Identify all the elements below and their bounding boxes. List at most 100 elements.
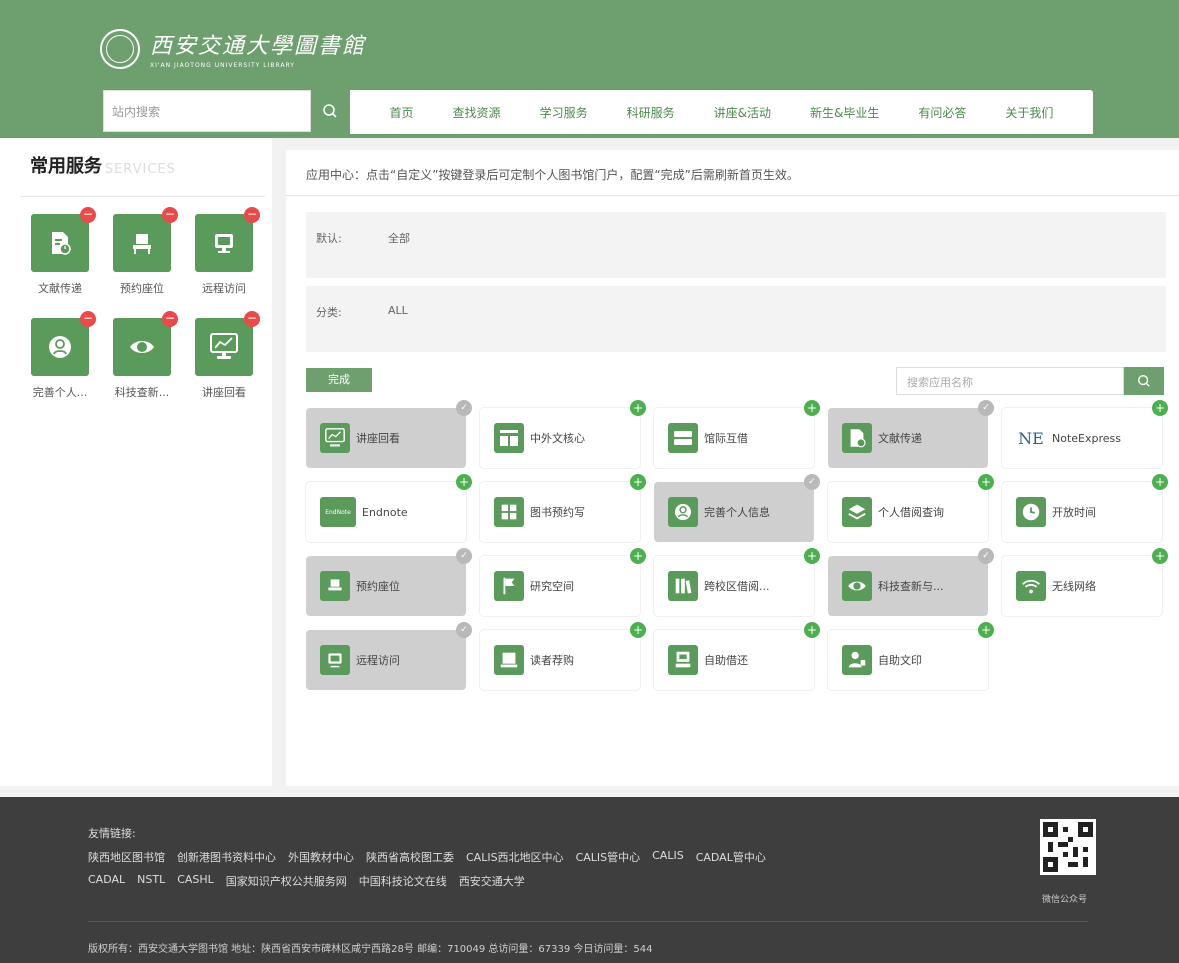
add-app-button[interactable]: + (978, 474, 994, 490)
footer: 友情链接: 陕西地区图书馆 创新港图书资料中心 外国教材中心 陕西省高校图工委 … (0, 797, 1179, 963)
remove-service-button[interactable]: − (80, 207, 96, 223)
eye-icon (842, 571, 872, 601)
nav-home[interactable]: 首页 (390, 104, 414, 121)
link-item[interactable]: 国家知识产权公共服务网 (226, 873, 347, 889)
app-noteexpress[interactable]: NE NoteExpress + (1002, 400, 1168, 468)
app-self-service-printing[interactable]: 自助文印 + (828, 622, 994, 690)
service-lecture-replay[interactable]: − 讲座回看 (188, 311, 260, 400)
nav-about[interactable]: 关于我们 (1005, 104, 1053, 121)
added-check-icon: ✓ (804, 474, 820, 490)
service-document-delivery[interactable]: − 文献传递 (24, 207, 96, 296)
clock-icon (1016, 497, 1046, 527)
app-name: 个人借阅查询 (878, 506, 944, 519)
add-app-button[interactable]: + (630, 474, 646, 490)
filter-option-all[interactable]: 全部 (388, 230, 410, 246)
link-item[interactable]: CALIS管中心 (576, 849, 641, 865)
service-novelty-search[interactable]: − 科技查新... (106, 311, 178, 400)
app-book-reservation[interactable]: 图书预约写 + (480, 474, 646, 542)
link-item[interactable]: NSTL (137, 873, 165, 889)
app-complete-profile[interactable]: 完善个人信息 ✓ (654, 474, 820, 542)
link-item[interactable]: CADAL (88, 873, 125, 889)
remove-service-button[interactable]: − (244, 311, 260, 327)
person-icon (49, 336, 71, 358)
site-search-button[interactable] (311, 90, 349, 132)
app-name: 自助借还 (704, 654, 748, 667)
service-remote-access[interactable]: − 远程访问 (188, 207, 260, 296)
service-seat-reservation[interactable]: − 预约座位 (106, 207, 178, 296)
app-remote-access[interactable]: 远程访问 ✓ (306, 622, 472, 690)
link-item[interactable]: 外国教材中心 (288, 849, 354, 865)
book-grid-icon (494, 497, 524, 527)
add-app-button[interactable]: + (1152, 400, 1168, 416)
app-search-input[interactable]: 搜索应用名称 (896, 367, 1124, 395)
filter-option-all-category[interactable]: ALL (388, 304, 408, 317)
add-app-button[interactable]: + (1152, 474, 1168, 490)
remove-service-button[interactable]: − (162, 207, 178, 223)
app-opening-hours[interactable]: 开放时间 + (1002, 474, 1168, 542)
divider (20, 196, 265, 197)
friendly-links-title: 友情链接: (88, 827, 136, 840)
nav-research-services[interactable]: 科研服务 (627, 104, 675, 121)
add-app-button[interactable]: + (630, 400, 646, 416)
app-core-journals[interactable]: 中外文核心 + (480, 400, 646, 468)
wechat-qr-code (1040, 819, 1096, 875)
app-interlibrary-loan[interactable]: 馆际互借 + (654, 400, 820, 468)
link-item[interactable]: 陕西地区图书馆 (88, 849, 165, 865)
app-research-space[interactable]: 研究空间 + (480, 548, 646, 616)
person-icon (668, 497, 698, 527)
core-journal-icon (494, 423, 524, 453)
link-item[interactable]: CALIS (652, 849, 684, 865)
app-borrowing-query[interactable]: 个人借阅查询 + (828, 474, 994, 542)
app-wireless-network[interactable]: 无线网络 + (1002, 548, 1168, 616)
add-app-button[interactable]: + (630, 548, 646, 564)
app-name: 开放时间 (1052, 506, 1096, 519)
monitor-icon (320, 645, 350, 675)
nav-find-resources[interactable]: 查找资源 (453, 104, 501, 121)
app-novelty-search[interactable]: 科技查新与... ✓ (828, 548, 994, 616)
link-item[interactable]: 陕西省高校图工委 (366, 849, 454, 865)
added-check-icon: ✓ (978, 548, 994, 564)
app-lecture-replay[interactable]: 讲座回看 ✓ (306, 400, 472, 468)
link-item[interactable]: 中国科技论文在线 (359, 873, 447, 889)
app-reader-recommendation[interactable]: 读者荐购 + (480, 622, 646, 690)
add-app-button[interactable]: + (804, 400, 820, 416)
main-nav: 首页 查找资源 学习服务 科研服务 讲座&活动 新生&毕业生 有问必答 关于我们 (350, 90, 1093, 134)
nav-faq[interactable]: 有问必答 (918, 104, 966, 121)
library-logo[interactable]: 西安交通大學圖書館 XI'AN JIAOTONG UNIVERSITY LIBR… (100, 28, 366, 69)
nav-lectures-events[interactable]: 讲座&活动 (714, 104, 771, 121)
nav-study-services[interactable]: 学习服务 (540, 104, 588, 121)
link-item[interactable]: CALIS西北地区中心 (466, 849, 564, 865)
app-seat-reservation[interactable]: 预约座位 ✓ (306, 548, 472, 616)
filter-label: 默认: (316, 232, 342, 245)
add-app-button[interactable]: + (804, 622, 820, 638)
app-document-delivery[interactable]: 文献传递 ✓ (828, 400, 994, 468)
service-complete-profile[interactable]: − 完善个人... (24, 311, 96, 400)
add-app-button[interactable]: + (456, 474, 472, 490)
app-name: 完善个人信息 (704, 506, 770, 519)
seat-icon (133, 234, 151, 254)
app-cross-campus-borrowing[interactable]: 跨校区借阅... + (654, 548, 820, 616)
add-app-button[interactable]: + (1152, 548, 1168, 564)
add-app-button[interactable]: + (630, 622, 646, 638)
link-item[interactable]: CADAL管中心 (696, 849, 766, 865)
link-item[interactable]: 创新港图书资料中心 (177, 849, 276, 865)
site-search-input[interactable]: 站内搜索 (103, 90, 311, 132)
link-item[interactable]: 西安交通大学 (459, 873, 525, 889)
document-clock-icon (842, 423, 872, 453)
nav-freshmen-graduates[interactable]: 新生&毕业生 (810, 104, 879, 121)
remove-service-button[interactable]: − (80, 311, 96, 327)
app-endnote[interactable]: EndNote Endnote + (306, 474, 472, 542)
remove-service-button[interactable]: − (162, 311, 178, 327)
add-app-button[interactable]: + (804, 548, 820, 564)
done-button[interactable]: 完成 (306, 368, 372, 392)
divider (88, 921, 1088, 922)
app-name: 跨校区借阅... (704, 580, 770, 593)
service-label: 远程访问 (202, 282, 246, 295)
app-search-button[interactable] (1124, 367, 1164, 395)
app-name: Endnote (362, 505, 408, 519)
add-app-button[interactable]: + (978, 622, 994, 638)
endnote-icon: EndNote (320, 497, 356, 527)
app-self-service-borrow[interactable]: 自助借还 + (654, 622, 820, 690)
remove-service-button[interactable]: − (244, 207, 260, 223)
link-item[interactable]: CASHL (177, 873, 214, 889)
